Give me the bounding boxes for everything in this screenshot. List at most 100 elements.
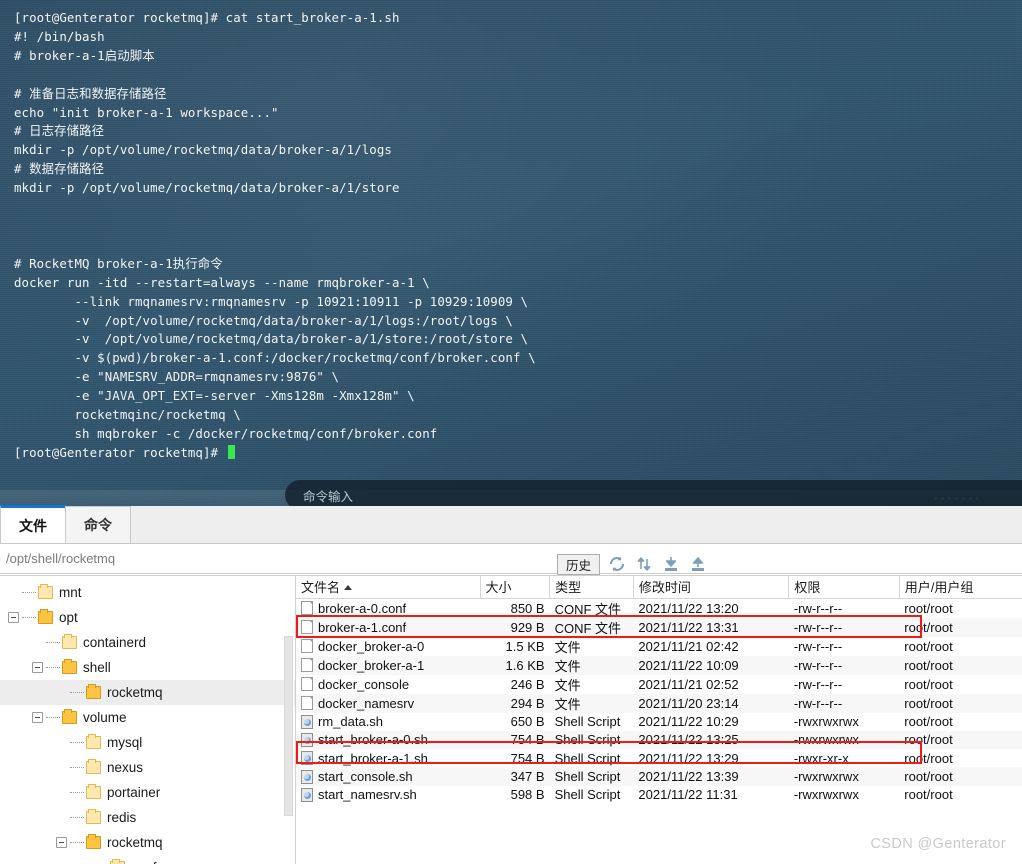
table-row[interactable]: docker_console 246 B 文件 2021/11/21 02:52 -rw… <box>296 675 1022 694</box>
file-doc-icon <box>301 601 313 615</box>
tree-node[interactable]: rocketmq <box>0 830 295 855</box>
tree-connector <box>70 842 84 843</box>
history-button[interactable]: 历史 <box>557 553 601 575</box>
file-doc-icon <box>301 696 313 710</box>
tree-node-label: shell <box>83 659 111 675</box>
remote-shell-app: [root@Genterator rocketmq]# cat start_br… <box>0 0 1022 864</box>
command-input[interactable]: 命令输入 <box>285 480 1022 506</box>
download-icon[interactable] <box>661 554 681 574</box>
tree-node[interactable]: conf <box>0 855 295 864</box>
cell-owner: root/root <box>904 638 953 654</box>
cell-size: 347 B <box>510 769 545 785</box>
file-name-label: start_console.sh <box>318 769 413 785</box>
col-header-owner[interactable]: 用户/用户组 <box>899 576 1022 599</box>
tree-scrollbar-thumb[interactable] <box>284 636 293 816</box>
file-list-pane[interactable]: 文件名 大小 类型 修改时间 权限 用户/用户组 broker-a-0.conf… <box>296 576 1022 864</box>
col-header-name-label: 文件名 <box>301 580 341 596</box>
tree-connector <box>70 742 84 743</box>
cell-modified: 2021/11/22 13:25 <box>638 732 739 748</box>
tree-node[interactable]: rocketmq <box>0 680 295 705</box>
tree-node[interactable]: opt <box>0 605 295 630</box>
table-row[interactable]: broker-a-1.conf 929 B CONF 文件 2021/11/22 13… <box>296 617 1022 637</box>
tree-node[interactable]: mysql <box>0 730 295 755</box>
tree-node[interactable]: containerd <box>0 630 295 655</box>
cell-permissions: -rwxr-xr-x <box>793 750 849 766</box>
tree-node[interactable]: portainer <box>0 780 295 805</box>
table-row[interactable]: start_broker-a-0.sh 754 B Shell Script 2021… <box>296 730 1022 750</box>
cell-modified: 2021/11/22 13:29 <box>638 750 739 766</box>
folder-icon <box>38 584 53 599</box>
tree-node[interactable]: mnt <box>0 580 295 605</box>
terminal-panel[interactable]: [root@Genterator rocketmq]# cat start_br… <box>0 0 1022 506</box>
file-name-label: rm_data.sh <box>318 714 384 730</box>
tab-commands[interactable]: 命令 <box>65 506 131 543</box>
file-doc-icon <box>301 658 313 672</box>
col-header-size[interactable]: 大小 <box>480 576 551 599</box>
cell-modified: 2021/11/21 02:52 <box>638 676 739 692</box>
terminal-line: -e "JAVA_OPT_EXT=-server -Xms128m -Xmx12… <box>14 388 415 404</box>
sort-icon[interactable] <box>634 554 654 574</box>
table-row[interactable]: start_namesrv.sh 598 B Shell Script 2021/11… <box>296 786 1022 804</box>
tree-node[interactable]: volume <box>0 705 295 730</box>
table-row[interactable]: start_broker-a-1.sh 754 B Shell Script 2021… <box>296 749 1022 767</box>
cell-modified: 2021/11/22 13:20 <box>638 600 739 616</box>
upload-icon[interactable] <box>688 554 708 574</box>
tree-collapse-icon[interactable] <box>8 612 19 623</box>
file-name-label: start_broker-a-0.sh <box>318 732 428 748</box>
tree-node-label: portainer <box>107 784 161 800</box>
col-header-permissions[interactable]: 权限 <box>788 576 900 599</box>
folder-icon <box>86 834 101 849</box>
file-name-label: broker-a-0.conf <box>318 600 407 616</box>
file-doc-icon <box>301 677 313 691</box>
command-input-placeholder: 命令输入 <box>303 488 354 504</box>
tree-collapse-icon[interactable] <box>56 837 67 848</box>
refresh-icon[interactable] <box>607 554 627 574</box>
file-script-icon <box>301 769 313 784</box>
cell-permissions: -rwxrwxrwx <box>793 732 859 748</box>
history-button-label: 历史 <box>566 558 592 573</box>
folder-icon <box>86 734 101 749</box>
tree-toggle-placeholder <box>56 737 67 748</box>
cell-name: docker_console <box>296 675 480 694</box>
terminal-line: mkdir -p /opt/volume/rocketmq/data/broke… <box>14 180 400 196</box>
terminal-line: [root@Genterator rocketmq]# cat start_br… <box>14 10 400 25</box>
terminal-line: # 准备日志和数据存储路径 <box>14 85 167 101</box>
cell-type: Shell Script <box>554 714 621 730</box>
tree-collapse-icon[interactable] <box>32 662 43 673</box>
terminal-prompt-line: [root@Genterator rocketmq]# <box>14 444 1022 463</box>
cell-owner: root/root <box>904 676 953 692</box>
col-header-modified[interactable]: 修改时间 <box>633 576 790 599</box>
tree-collapse-icon[interactable] <box>32 712 43 723</box>
cell-modified: 2021/11/20 23:14 <box>638 695 739 711</box>
table-row[interactable]: broker-a-0.conf 850 B CONF 文件 2021/11/22 13… <box>296 598 1022 618</box>
table-row[interactable]: start_console.sh 347 B Shell Script 2021/11… <box>296 767 1022 786</box>
file-name-label: docker_broker-a-1 <box>318 657 425 673</box>
folder-icon <box>86 759 101 774</box>
terminal-line: mkdir -p /opt/volume/rocketmq/data/broke… <box>14 142 392 158</box>
tab-files[interactable]: 文件 <box>0 505 66 543</box>
tree-scrollbar[interactable] <box>284 576 294 864</box>
cell-type: CONF 文件 <box>554 620 622 636</box>
table-row[interactable]: rm_data.sh 650 B Shell Script 2021/11/22 10… <box>296 713 1022 731</box>
folder-icon <box>62 659 77 674</box>
tree-node[interactable]: shell <box>0 655 295 680</box>
col-header-type[interactable]: 类型 <box>549 576 634 599</box>
cell-name: start_namesrv.sh <box>296 786 480 804</box>
table-row[interactable]: docker_broker-a-1 1.6 KB 文件 2021/11/22 10:0… <box>296 655 1022 675</box>
directory-tree-pane[interactable]: mnt opt containerd shell rocketmq volume mysql… <box>0 576 296 864</box>
tree-node[interactable]: redis <box>0 805 295 830</box>
cell-name: rm_data.sh <box>296 713 480 731</box>
terminal-cursor <box>227 444 235 459</box>
tree-toggle-placeholder <box>56 787 67 798</box>
tree-node[interactable]: nexus <box>0 755 295 780</box>
file-table-body: broker-a-0.conf 850 B CONF 文件 2021/11/22 13… <box>296 598 1022 804</box>
table-row[interactable]: docker_broker-a-0 1.5 KB 文件 2021/11/21 02:4… <box>296 637 1022 656</box>
path-bar[interactable]: /opt/shell/rocketmq <box>0 544 1022 574</box>
table-row[interactable]: docker_namesrv 294 B 文件 2021/11/20 23:14 -rw… <box>296 693 1022 713</box>
file-doc-icon <box>301 639 313 653</box>
col-header-name[interactable]: 文件名 <box>296 576 481 599</box>
